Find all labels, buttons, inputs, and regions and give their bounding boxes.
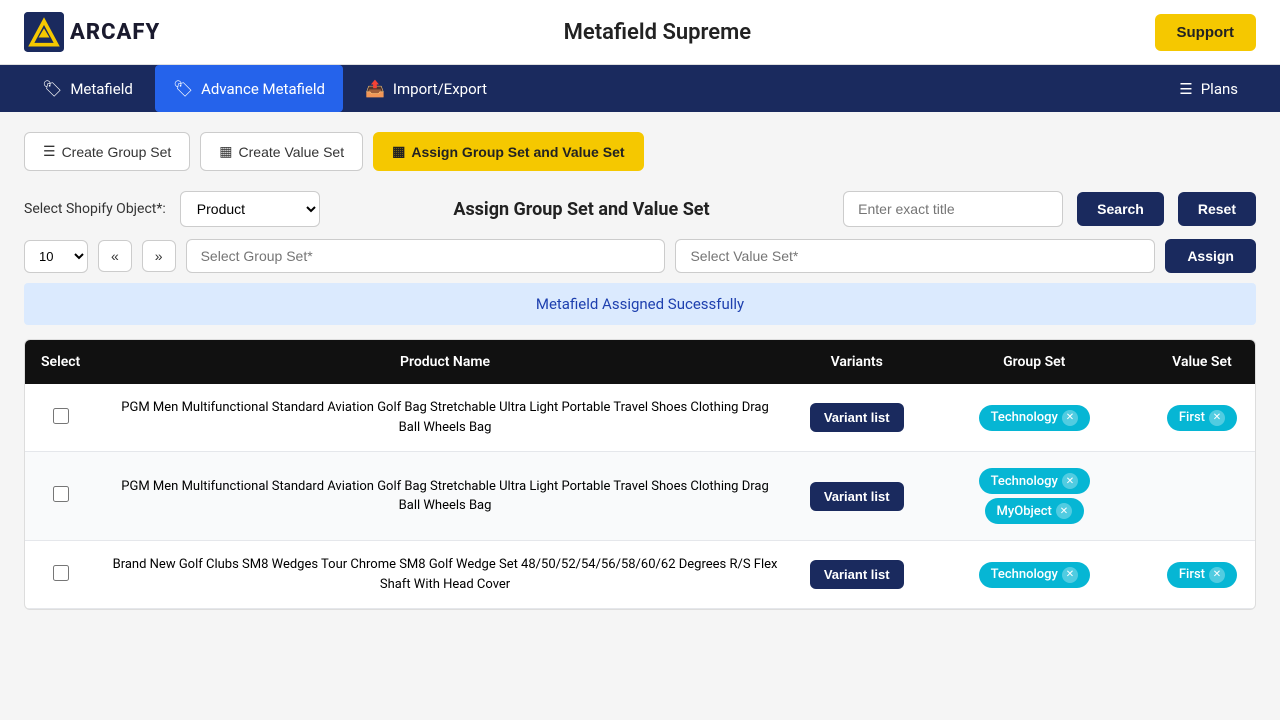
- arcafy-logo-icon: [24, 12, 64, 52]
- products-table: Select Product Name Variants Group Set V…: [24, 339, 1256, 610]
- group-set-cell: Technology ✕: [920, 384, 1149, 452]
- assign-group-set-label: Assign Group Set and Value Set: [411, 144, 624, 160]
- prev-page-button[interactable]: «: [98, 240, 132, 272]
- table-row: Brand New Golf Clubs SM8 Wedges Tour Chr…: [25, 541, 1255, 609]
- value-set-input[interactable]: [675, 239, 1155, 273]
- nav-bar: 🏷 Metafield 🏷 Advance Metafield 📤 Import…: [0, 65, 1280, 112]
- nav-item-advance-metafield-label: Advance Metafield: [201, 80, 325, 98]
- nav-item-metafield-label: Metafield: [70, 80, 133, 98]
- col-group-set: Group Set: [920, 340, 1149, 384]
- main-content: ☰ Create Group Set ▦ Create Value Set ▦ …: [0, 112, 1280, 630]
- section-title: Assign Group Set and Value Set: [334, 199, 829, 220]
- app-title: Metafield Supreme: [564, 20, 751, 45]
- col-product-name: Product Name: [96, 340, 794, 384]
- nav-item-metafield[interactable]: 🏷 Metafield: [24, 65, 151, 112]
- remove-value-tag[interactable]: ✕: [1209, 567, 1225, 583]
- remove-group-tag[interactable]: ✕: [1062, 410, 1078, 426]
- col-variants: Variants: [794, 340, 920, 384]
- remove-group-tag[interactable]: ✕: [1062, 473, 1078, 489]
- advance-metafield-icon: 🏷: [173, 79, 193, 98]
- create-group-set-icon: ☰: [43, 143, 56, 160]
- tab-create-group-set[interactable]: ☰ Create Group Set: [24, 132, 190, 171]
- plans-label: Plans: [1201, 80, 1238, 98]
- variant-cell: Variant list: [794, 384, 920, 452]
- top-header: ARCAFY Metafield Supreme Support: [0, 0, 1280, 65]
- metafield-icon: 🏷: [42, 79, 62, 98]
- nav-item-advance-metafield[interactable]: 🏷 Advance Metafield: [155, 65, 343, 112]
- filter-row: 10 25 50 100 « » Assign: [24, 239, 1256, 273]
- select-shopify-object-label: Select Shopify Object*:: [24, 201, 166, 217]
- tab-row: ☰ Create Group Set ▦ Create Value Set ▦ …: [24, 132, 1256, 171]
- product-name-cell: Brand New Golf Clubs SM8 Wedges Tour Chr…: [96, 541, 794, 609]
- group-set-tag: Technology ✕: [979, 405, 1090, 431]
- table-header-row: Select Product Name Variants Group Set V…: [25, 340, 1255, 384]
- group-set-tag: MyObject ✕: [985, 498, 1084, 524]
- variant-list-button[interactable]: Variant list: [810, 560, 904, 589]
- create-value-set-label: Create Value Set: [239, 144, 345, 160]
- row-checkbox[interactable]: [53, 408, 69, 424]
- remove-group-tag[interactable]: ✕: [1056, 503, 1072, 519]
- variant-list-button[interactable]: Variant list: [810, 403, 904, 432]
- support-button[interactable]: Support: [1155, 14, 1257, 51]
- table-row: PGM Men Multifunctional Standard Aviatio…: [25, 384, 1255, 452]
- next-page-button[interactable]: »: [142, 240, 176, 272]
- group-set-cell: Technology ✕: [920, 541, 1149, 609]
- search-input[interactable]: [843, 191, 1063, 227]
- product-name-cell: PGM Men Multifunctional Standard Aviatio…: [96, 452, 794, 541]
- product-name-cell: PGM Men Multifunctional Standard Aviatio…: [96, 384, 794, 452]
- assign-group-set-icon: ▦: [392, 143, 405, 160]
- value-set-tag: First ✕: [1167, 405, 1237, 431]
- create-value-set-icon: ▦: [219, 143, 232, 160]
- reset-button[interactable]: Reset: [1178, 192, 1256, 226]
- success-banner: Metafield Assigned Sucessfully: [24, 283, 1256, 325]
- row-checkbox[interactable]: [53, 486, 69, 502]
- group-set-tag: Technology ✕: [979, 562, 1090, 588]
- group-set-input[interactable]: [186, 239, 666, 273]
- value-set-cell: First ✕: [1149, 384, 1255, 452]
- create-group-set-label: Create Group Set: [62, 144, 172, 160]
- variant-cell: Variant list: [794, 452, 920, 541]
- nav-item-import-export[interactable]: 📤 Import/Export: [347, 65, 505, 112]
- remove-group-tag[interactable]: ✕: [1062, 567, 1078, 583]
- remove-value-tag[interactable]: ✕: [1209, 410, 1225, 426]
- nav-left: 🏷 Metafield 🏷 Advance Metafield 📤 Import…: [24, 65, 505, 112]
- value-set-cell: First ✕: [1149, 541, 1255, 609]
- page-size-select[interactable]: 10 25 50 100: [24, 240, 88, 273]
- controls-row: Select Shopify Object*: Product Order Cu…: [24, 191, 1256, 227]
- assign-button[interactable]: Assign: [1165, 239, 1256, 273]
- row-checkbox-cell: [25, 541, 96, 609]
- row-checkbox[interactable]: [53, 565, 69, 581]
- plans-icon: ☰: [1179, 80, 1192, 98]
- tab-assign-group-set[interactable]: ▦ Assign Group Set and Value Set: [373, 132, 643, 171]
- search-button[interactable]: Search: [1077, 192, 1164, 226]
- group-set-cell: Technology ✕ MyObject ✕: [920, 452, 1149, 541]
- logo-text: ARCAFY: [70, 20, 160, 45]
- col-value-set: Value Set: [1149, 340, 1255, 384]
- variant-cell: Variant list: [794, 541, 920, 609]
- table-row: PGM Men Multifunctional Standard Aviatio…: [25, 452, 1255, 541]
- shopify-object-select[interactable]: Product Order Customer Collection: [180, 191, 320, 227]
- row-checkbox-cell: [25, 452, 96, 541]
- group-set-tag: Technology ✕: [979, 468, 1090, 494]
- nav-item-import-export-label: Import/Export: [393, 80, 487, 98]
- nav-item-plans[interactable]: ☰ Plans: [1161, 66, 1256, 112]
- value-set-tag: First ✕: [1167, 562, 1237, 588]
- tab-create-value-set[interactable]: ▦ Create Value Set: [200, 132, 363, 171]
- logo: ARCAFY: [24, 12, 160, 52]
- col-select: Select: [25, 340, 96, 384]
- value-set-cell: [1149, 452, 1255, 541]
- row-checkbox-cell: [25, 384, 96, 452]
- variant-list-button[interactable]: Variant list: [810, 482, 904, 511]
- import-export-icon: 📤: [365, 79, 385, 98]
